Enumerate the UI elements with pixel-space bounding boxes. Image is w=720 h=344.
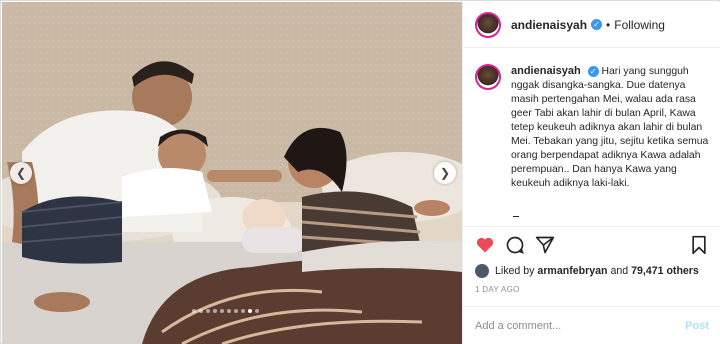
post-header: andienaisyah ✓ • Following	[463, 2, 720, 48]
caption-text: Hari yang sungguh nggak disangka-sangka.…	[511, 66, 709, 189]
carousel-dot	[241, 309, 245, 313]
header-username[interactable]: andienaisyah	[511, 18, 587, 32]
chevron-right-icon[interactable]: ❯	[434, 162, 456, 184]
carousel-dots	[192, 309, 259, 313]
comment-bar: Post	[463, 306, 720, 344]
post-button[interactable]: Post	[685, 320, 709, 332]
post-side-panel: andienaisyah ✓ • Following andienaisyah …	[462, 2, 720, 344]
verified-badge-icon: ✓	[587, 65, 599, 77]
caption-avatar[interactable]	[475, 64, 501, 90]
post-timestamp[interactable]: 1 DAY AGO	[475, 285, 520, 294]
carousel-dot	[192, 309, 196, 313]
comment-input[interactable]	[475, 319, 686, 332]
carousel-dot	[220, 309, 224, 313]
verified-badge-icon: ✓	[591, 19, 603, 30]
carousel-dot	[227, 309, 231, 313]
comment-icon[interactable]	[505, 235, 525, 255]
likes-count-link[interactable]: 79,471 others	[631, 265, 699, 277]
carousel-dot	[255, 309, 259, 313]
post-photo[interactable]: ❮ ❯	[2, 2, 462, 344]
family-photo-illustration	[2, 2, 462, 344]
following-button[interactable]: Following	[614, 18, 665, 32]
bookmark-icon[interactable]	[689, 235, 709, 255]
caption-username[interactable]: andienaisyah	[511, 65, 581, 77]
caption-divider	[513, 216, 519, 217]
heart-icon[interactable]	[475, 235, 495, 255]
likes-user-link[interactable]: armanfebryan	[537, 265, 607, 277]
likes-prefix: Liked by	[495, 265, 535, 277]
carousel-dot	[234, 309, 238, 313]
carousel-dot	[213, 309, 217, 313]
avatar[interactable]	[475, 11, 501, 38]
share-icon[interactable]	[535, 235, 555, 255]
likes-and: and	[610, 265, 629, 277]
header-separator: •	[606, 17, 611, 32]
carousel-dot-active	[248, 309, 252, 313]
chevron-left-icon[interactable]: ❮	[10, 162, 32, 184]
caption-body: andienaisyah ✓ Hari yang sungguh nggak d…	[511, 64, 709, 191]
caption: andienaisyah ✓ Hari yang sungguh nggak d…	[475, 64, 715, 191]
likes-summary: Liked by armanfebryan and 79,471 others	[475, 264, 699, 278]
avatar[interactable]	[475, 264, 489, 278]
post-frame: ❮ ❯ andienaisyah ✓ • Following andienais…	[0, 0, 720, 344]
carousel-dot	[199, 309, 203, 313]
carousel-dot	[206, 309, 210, 313]
action-bar	[463, 226, 720, 262]
